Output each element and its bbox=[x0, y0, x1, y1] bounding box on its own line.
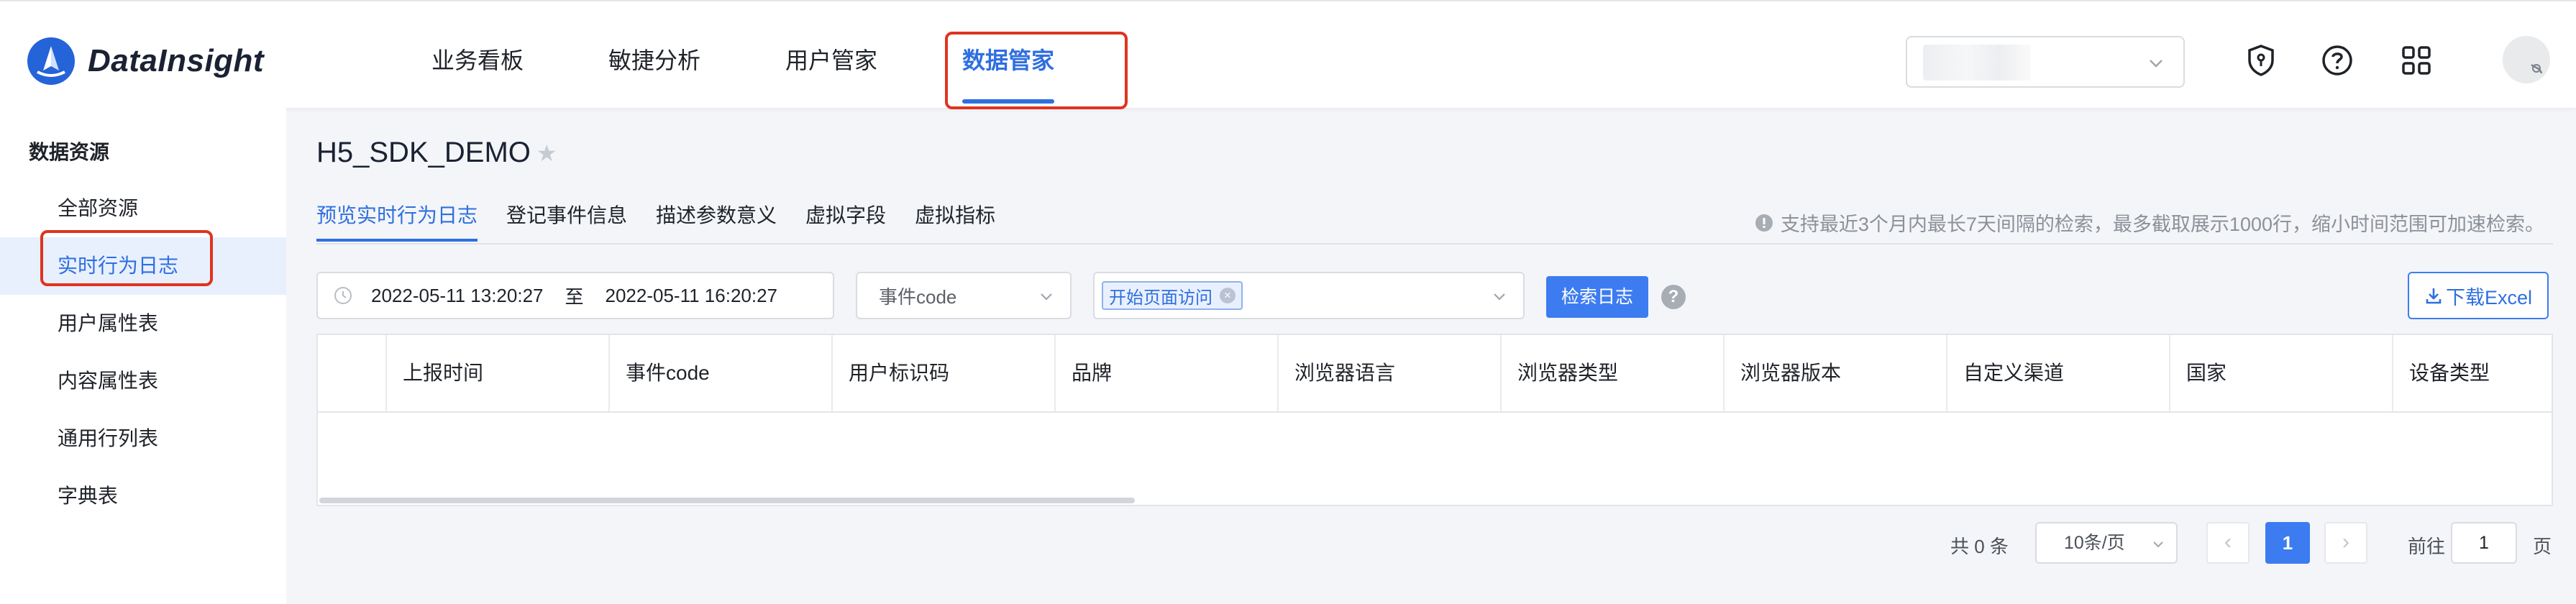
chevron-down-icon bbox=[2150, 60, 2162, 68]
column-header-country[interactable]: 国家 bbox=[2170, 335, 2393, 411]
avatar-image-icon bbox=[2503, 36, 2550, 83]
project-select[interactable] bbox=[1906, 36, 2185, 88]
goto-suffix: 页 bbox=[2533, 536, 2552, 557]
prev-page-button[interactable]: ‹ bbox=[2206, 522, 2250, 564]
selected-event-tag: 开始页面访问 × bbox=[1102, 281, 1243, 310]
info-icon bbox=[1755, 214, 1773, 232]
dataset-name: H5_SDK_DEMO bbox=[316, 137, 531, 168]
avatar[interactable] bbox=[2503, 36, 2550, 83]
app-logo[interactable]: DataInsight bbox=[27, 37, 264, 85]
column-header-event-code[interactable]: 事件code bbox=[610, 335, 833, 411]
help-icon[interactable] bbox=[2319, 42, 2356, 79]
column-header-user-id[interactable]: 用户标识码 bbox=[833, 335, 1056, 411]
highlight-annotation-nav bbox=[945, 32, 1128, 109]
page-title: H5_SDK_DEMO ★ bbox=[316, 137, 557, 169]
tab-preview-realtime-log[interactable]: 预览实时行为日志 bbox=[316, 200, 478, 242]
download-excel-label: 下载Excel bbox=[2445, 286, 2533, 308]
chevron-down-icon bbox=[1494, 293, 1505, 301]
sidebar-item-content-attributes[interactable]: 内容属性表 bbox=[0, 352, 286, 410]
top-bar: DataInsight 业务看板 敏捷分析 用户管家 数据管家 bbox=[0, 0, 2576, 109]
table-header-index bbox=[318, 335, 387, 411]
project-select-value-redacted bbox=[1923, 45, 2031, 81]
page-size-value: 10条/页 bbox=[2064, 533, 2125, 553]
nav-item-user-manager[interactable]: 用户管家 bbox=[785, 1, 877, 109]
favorite-star-icon[interactable]: ★ bbox=[536, 139, 557, 167]
clock-icon bbox=[334, 287, 352, 304]
nav-item-business-board[interactable]: 业务看板 bbox=[431, 1, 524, 109]
range-separator: 至 bbox=[565, 285, 584, 308]
event-multi-select[interactable]: 开始页面访问 × bbox=[1093, 272, 1525, 319]
nav-item-agile-analysis[interactable]: 敏捷分析 bbox=[608, 1, 700, 109]
selected-event-tag-label: 开始页面访问 bbox=[1109, 288, 1212, 308]
horizontal-scrollbar[interactable] bbox=[319, 498, 1135, 503]
page-size-select[interactable]: 10条/页 bbox=[2035, 522, 2178, 564]
apps-grid-icon[interactable] bbox=[2398, 42, 2435, 79]
column-header-custom-channel[interactable]: 自定义渠道 bbox=[1947, 335, 2170, 411]
goto-prefix: 前往 bbox=[2408, 536, 2446, 557]
event-code-placeholder: 事件code bbox=[879, 285, 957, 308]
tag-remove-icon[interactable]: × bbox=[1220, 288, 1236, 303]
search-hint-text: 支持最近3个月内最长7天间隔的检索，最多截取展示1000行，缩小时间范围可加速检… bbox=[1780, 214, 2544, 235]
sidebar-item-user-attributes[interactable]: 用户属性表 bbox=[0, 295, 286, 352]
main-content: H5_SDK_DEMO ★ 预览实时行为日志 登记事件信息 描述参数意义 虚拟字… bbox=[286, 108, 2576, 604]
column-header-device-type[interactable]: 设备类型 bbox=[2393, 335, 2552, 411]
sidebar-item-generic-table[interactable]: 通用行列表 bbox=[0, 410, 286, 467]
tab-register-events[interactable]: 登记事件信息 bbox=[506, 200, 627, 242]
chevron-down-icon bbox=[1041, 293, 1052, 301]
page-number-current[interactable]: 1 bbox=[2265, 522, 2310, 564]
tab-virtual-fields[interactable]: 虚拟字段 bbox=[805, 200, 886, 242]
sidebar-item-dictionary[interactable]: 字典表 bbox=[0, 467, 286, 525]
column-header-browser-type[interactable]: 浏览器类型 bbox=[1502, 335, 1725, 411]
date-range-picker[interactable]: 2022-05-11 13:20:27 至 2022-05-11 16:20:2… bbox=[316, 272, 834, 319]
column-header-browser-version[interactable]: 浏览器版本 bbox=[1725, 335, 1947, 411]
tab-virtual-metrics[interactable]: 虚拟指标 bbox=[915, 200, 995, 242]
help-circle-icon[interactable]: ? bbox=[1661, 285, 1686, 309]
goto-page-input[interactable]: 1 bbox=[2451, 522, 2517, 564]
search-log-button[interactable]: 检索日志 bbox=[1546, 276, 1648, 318]
start-time[interactable]: 2022-05-11 13:20:27 bbox=[371, 285, 544, 307]
app-name: DataInsight bbox=[88, 43, 265, 78]
end-time[interactable]: 2022-05-11 16:20:27 bbox=[606, 285, 778, 307]
tab-describe-params[interactable]: 描述参数意义 bbox=[656, 200, 777, 242]
tabs-divider bbox=[316, 243, 2553, 244]
sidebar-item-all-resources[interactable]: 全部资源 bbox=[0, 180, 286, 237]
chevron-down-icon bbox=[2153, 541, 2163, 548]
download-icon bbox=[2426, 288, 2442, 304]
log-table: 上报时间 事件code 用户标识码 品牌 浏览器语言 浏览器类型 浏览器版本 自… bbox=[316, 334, 2553, 506]
download-excel-button[interactable]: 下载Excel bbox=[2408, 272, 2549, 319]
event-code-select[interactable]: 事件code bbox=[856, 272, 1072, 319]
shield-icon[interactable] bbox=[2242, 42, 2280, 79]
pagination-total: 共 0 条 bbox=[1950, 536, 2009, 557]
logo-icon bbox=[27, 37, 75, 85]
highlight-annotation-sidebar bbox=[40, 230, 213, 286]
table-header: 上报时间 事件code 用户标识码 品牌 浏览器语言 浏览器类型 浏览器版本 自… bbox=[318, 335, 2552, 413]
next-page-button[interactable]: › bbox=[2324, 522, 2367, 564]
column-header-browser-language[interactable]: 浏览器语言 bbox=[1279, 335, 1502, 411]
sidebar: 数据资源 全部资源 实时行为日志 用户属性表 内容属性表 通用行列表 字典表 bbox=[0, 108, 286, 604]
sidebar-title: 数据资源 bbox=[29, 141, 110, 163]
search-hint: 支持最近3个月内最长7天间隔的检索，最多截取展示1000行，缩小时间范围可加速检… bbox=[1755, 209, 2544, 237]
tab-bar: 预览实时行为日志 登记事件信息 描述参数意义 虚拟字段 虚拟指标 bbox=[316, 200, 1024, 242]
column-header-report-time[interactable]: 上报时间 bbox=[387, 335, 610, 411]
column-header-brand[interactable]: 品牌 bbox=[1056, 335, 1279, 411]
